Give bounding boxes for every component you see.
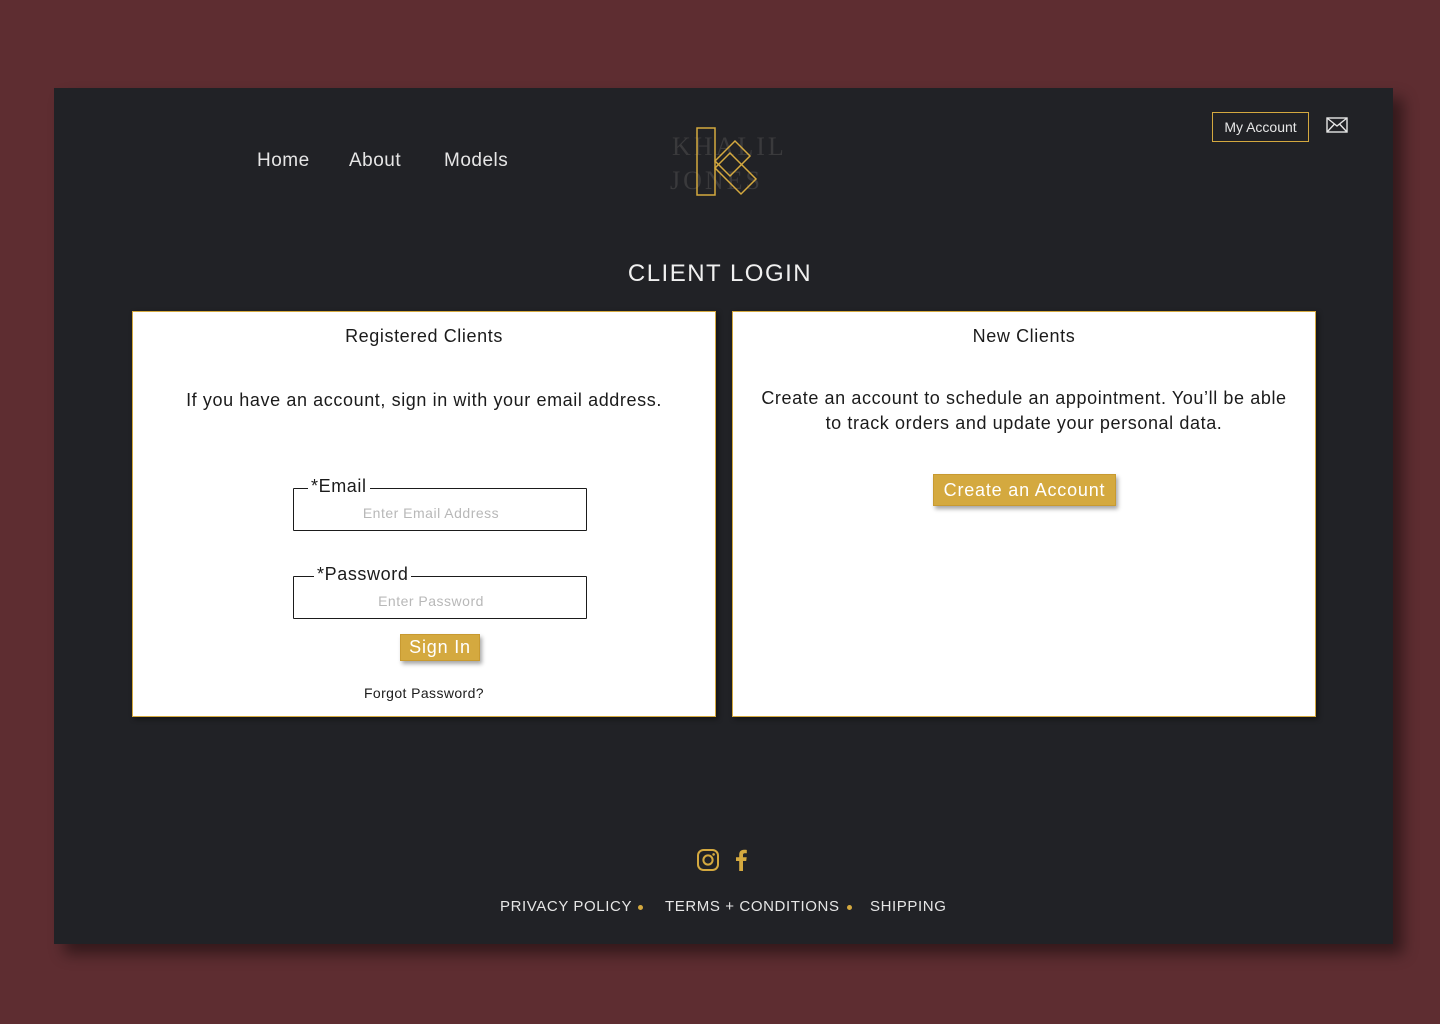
footer-separator-dot <box>638 905 643 910</box>
sign-in-button[interactable]: Sign In <box>400 634 480 661</box>
privacy-policy-link[interactable]: PRIVACY POLICY <box>500 898 632 915</box>
shipping-link[interactable]: SHIPPING <box>870 898 946 915</box>
new-clients-description: Create an account to schedule an appoint… <box>761 388 1287 433</box>
nav-about-link[interactable]: About <box>349 150 401 172</box>
password-field: *Password <box>293 564 587 619</box>
footer-separator-dot <box>847 905 852 910</box>
k-monogram-logo-icon <box>696 127 758 196</box>
nav-home-link[interactable]: Home <box>257 150 310 172</box>
instagram-icon[interactable] <box>696 848 720 872</box>
email-field: *Email <box>293 476 587 531</box>
nav-models-link[interactable]: Models <box>444 150 508 172</box>
footer-links: PRIVACY POLICY TERMS + CONDITIONS SHIPPI… <box>0 898 1440 918</box>
facebook-icon[interactable] <box>734 848 748 872</box>
email-input[interactable] <box>294 489 586 530</box>
registered-clients-panel: Registered Clients If you have an accoun… <box>132 311 716 717</box>
page-title: CLIENT LOGIN <box>627 260 813 287</box>
password-input[interactable] <box>294 577 586 618</box>
create-account-button[interactable]: Create an Account <box>933 474 1116 506</box>
forgot-password-link[interactable]: Forgot Password? <box>133 685 715 701</box>
registered-clients-title: Registered Clients <box>345 326 503 346</box>
mail-icon[interactable] <box>1326 116 1348 134</box>
my-account-button[interactable]: My Account <box>1212 112 1309 142</box>
brand-logo[interactable]: KHALIL JONES <box>668 122 784 202</box>
new-clients-title: New Clients <box>972 326 1076 346</box>
registered-clients-description: If you have an account, sign in with you… <box>186 390 662 410</box>
new-clients-panel: New Clients Create an account to schedul… <box>732 311 1316 717</box>
terms-conditions-link[interactable]: TERMS + CONDITIONS <box>665 898 840 915</box>
